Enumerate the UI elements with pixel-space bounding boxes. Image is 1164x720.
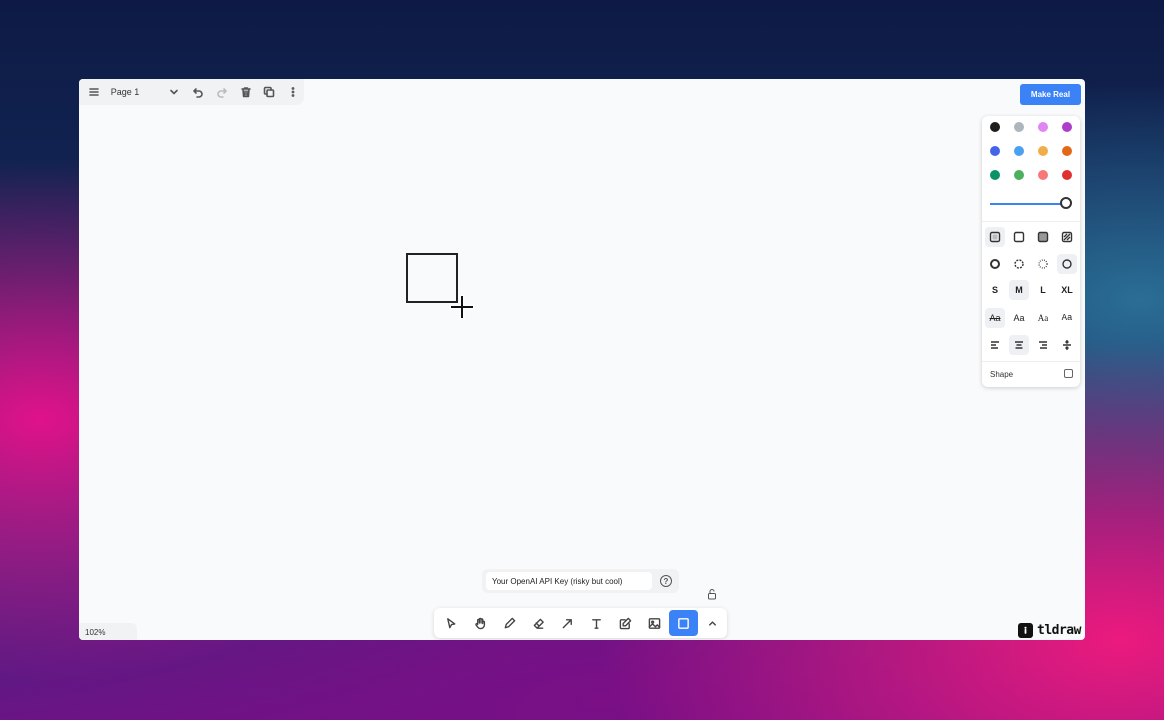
make-real-button[interactable]: Make Real bbox=[1020, 84, 1081, 105]
lock-icon[interactable] bbox=[707, 588, 717, 600]
api-key-input[interactable] bbox=[486, 572, 652, 590]
size-s-button[interactable]: S bbox=[985, 280, 1005, 300]
fill-none-button[interactable] bbox=[985, 227, 1005, 247]
color-swatch-red[interactable] bbox=[1062, 170, 1072, 180]
chevron-up-icon[interactable] bbox=[698, 610, 727, 636]
size-xl-button[interactable]: XL bbox=[1057, 280, 1077, 300]
color-swatch-green[interactable] bbox=[990, 170, 1000, 180]
redo-icon[interactable] bbox=[211, 80, 233, 104]
panel-divider bbox=[982, 361, 1080, 362]
tool-toolbar bbox=[434, 608, 727, 638]
tldraw-logo-icon bbox=[1018, 623, 1033, 638]
note-tool-icon[interactable] bbox=[611, 610, 640, 636]
text-tool-icon[interactable] bbox=[582, 610, 611, 636]
dash-dashed-button[interactable] bbox=[1009, 254, 1029, 274]
chevron-down-icon[interactable] bbox=[164, 80, 186, 104]
zoom-indicator[interactable]: 102% bbox=[79, 623, 137, 640]
color-swatch-light-blue[interactable] bbox=[1014, 146, 1024, 156]
color-swatch-black[interactable] bbox=[990, 122, 1000, 132]
color-swatch-light-red[interactable] bbox=[1038, 170, 1048, 180]
eraser-tool-icon[interactable] bbox=[524, 610, 553, 636]
app-window: Page 1 Make Real S M L XL Aa Aa Aa Aa Sh… bbox=[79, 79, 1085, 640]
media-tool-icon[interactable] bbox=[640, 610, 669, 636]
top-menu-bar: Page 1 bbox=[79, 79, 304, 105]
draw-tool-icon[interactable] bbox=[495, 610, 524, 636]
hand-tool-icon[interactable] bbox=[466, 610, 495, 636]
fill-solid-button[interactable] bbox=[1033, 227, 1053, 247]
more-vertical-icon[interactable] bbox=[282, 80, 304, 104]
tldraw-logo[interactable]: tldraw bbox=[1018, 623, 1081, 638]
fill-semi-button[interactable] bbox=[1009, 227, 1029, 247]
dash-draw-button[interactable] bbox=[985, 254, 1005, 274]
fill-pattern-button[interactable] bbox=[1057, 227, 1077, 247]
undo-icon[interactable] bbox=[187, 80, 209, 104]
color-swatch-violet[interactable] bbox=[1062, 122, 1072, 132]
arrow-tool-icon[interactable] bbox=[553, 610, 582, 636]
opacity-slider-track[interactable] bbox=[990, 203, 1066, 205]
vertical-align-icon[interactable] bbox=[1057, 335, 1077, 355]
page-name[interactable]: Page 1 bbox=[107, 87, 162, 97]
style-panel: S M L XL Aa Aa Aa Aa Shape bbox=[982, 116, 1080, 387]
color-swatch-light-green[interactable] bbox=[1014, 170, 1024, 180]
align-middle-icon[interactable] bbox=[1009, 335, 1029, 355]
shape-label: Shape bbox=[990, 370, 1014, 379]
font-mono-button[interactable]: Aa bbox=[1057, 308, 1077, 328]
color-swatch-grey[interactable] bbox=[1014, 122, 1024, 132]
size-l-button[interactable]: L bbox=[1033, 280, 1053, 300]
hamburger-menu-icon[interactable] bbox=[83, 80, 105, 104]
shape-checkbox[interactable] bbox=[1064, 369, 1073, 378]
dash-dotted-button[interactable] bbox=[1033, 254, 1053, 274]
select-tool-icon[interactable] bbox=[437, 610, 466, 636]
color-swatch-yellow[interactable] bbox=[1038, 146, 1048, 156]
api-key-container: ? bbox=[482, 569, 679, 593]
align-end-icon[interactable] bbox=[1033, 335, 1053, 355]
tldraw-logo-text: tldraw bbox=[1037, 623, 1081, 638]
panel-divider bbox=[982, 221, 1080, 222]
duplicate-icon[interactable] bbox=[259, 80, 281, 104]
font-draw-button[interactable]: Aa bbox=[985, 308, 1005, 328]
align-start-icon[interactable] bbox=[985, 335, 1005, 355]
dash-solid-button[interactable] bbox=[1057, 254, 1077, 274]
color-swatch-orange[interactable] bbox=[1062, 146, 1072, 156]
color-swatch-light-violet[interactable] bbox=[1038, 122, 1048, 132]
size-m-button[interactable]: M bbox=[1009, 280, 1029, 300]
trash-icon[interactable] bbox=[235, 80, 257, 104]
rectangle-tool-icon[interactable] bbox=[669, 610, 698, 636]
font-serif-button[interactable]: Aa bbox=[1033, 308, 1053, 328]
crosshair-cursor-icon bbox=[450, 295, 474, 319]
help-icon[interactable]: ? bbox=[660, 575, 672, 587]
opacity-slider-handle[interactable] bbox=[1060, 197, 1072, 209]
color-swatch-blue[interactable] bbox=[990, 146, 1000, 156]
font-sans-button[interactable]: Aa bbox=[1009, 308, 1029, 328]
